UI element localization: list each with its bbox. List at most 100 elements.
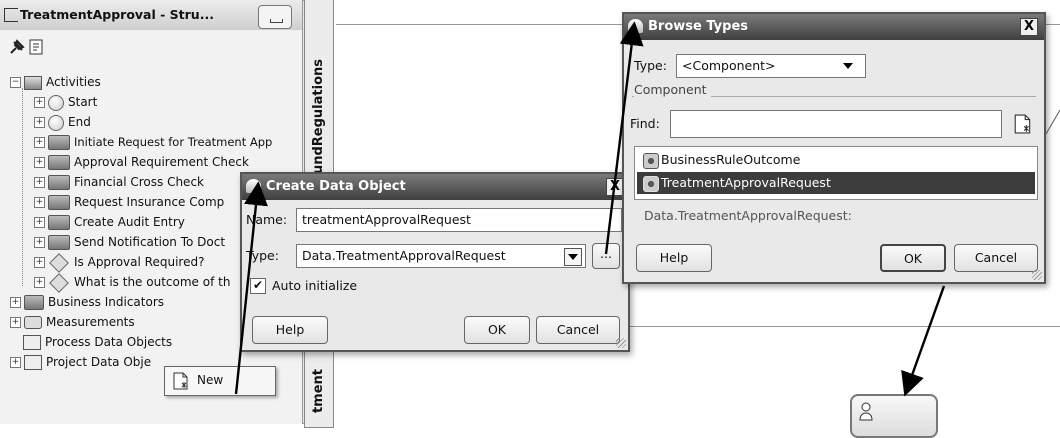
data-object-icon: [24, 355, 42, 370]
minimize-button[interactable]: [258, 5, 292, 29]
tree-item-label: Project Data Obje: [46, 355, 152, 369]
tree-item-activities[interactable]: − Activities: [10, 73, 101, 91]
service-task-icon: [48, 215, 70, 230]
dialog-titlebar: Create Data Object X: [242, 174, 628, 200]
service-task-icon: [48, 235, 70, 250]
type-dropdown-button[interactable]: [564, 248, 582, 266]
expand-icon[interactable]: +: [34, 177, 45, 188]
tree-item-business-indicators[interactable]: + Business Indicators: [10, 293, 164, 311]
tree-item-approval-gateway[interactable]: + Is Approval Required?: [34, 252, 205, 273]
user-task-icon: [859, 402, 873, 421]
new-file-icon: [173, 372, 188, 390]
tree-guide: [22, 88, 23, 286]
tree-item-label: Start: [68, 95, 98, 109]
help-button[interactable]: Help: [636, 244, 712, 272]
expand-icon[interactable]: +: [10, 357, 21, 368]
new-menu-item[interactable]: New: [165, 367, 275, 395]
expand-icon[interactable]: +: [34, 217, 45, 228]
expand-icon[interactable]: +: [34, 197, 45, 208]
new-menu-label: New: [197, 373, 224, 387]
resize-grip-icon[interactable]: [1032, 270, 1042, 280]
tree-item-label: Approval Requirement Check: [74, 155, 249, 169]
tree-item-label: Measurements: [46, 315, 135, 329]
start-event-icon: [48, 94, 64, 111]
structure-titlebar: TreatmentApproval - Stru...: [0, 0, 302, 30]
browse-button[interactable]: ...: [592, 243, 620, 269]
measurements-icon: [24, 316, 42, 329]
structure-title: TreatmentApproval - Stru...: [20, 7, 214, 22]
tree-item-process-data-objects[interactable]: Process Data Objects: [10, 333, 172, 351]
find-label: Find:: [630, 116, 660, 131]
type-combo[interactable]: Data.TreatmentApprovalRequest: [296, 244, 586, 268]
type-label: Type:: [246, 248, 279, 263]
tree-item-label: Is Approval Required?: [74, 255, 205, 269]
pin-icon[interactable]: [8, 38, 26, 56]
new-type-icon[interactable]: [1014, 114, 1032, 134]
create-data-object-dialog: Create Data Object X Name: treatmentAppr…: [240, 172, 630, 352]
auto-initialize-label: Auto initialize: [272, 278, 358, 293]
type-list: BusinessRuleOutcome TreatmentApprovalReq…: [634, 146, 1038, 200]
edit-properties-icon[interactable]: [28, 38, 46, 56]
tree-item-label: Request Insurance Comp: [74, 195, 225, 209]
oracle-cup-icon: [246, 179, 261, 193]
selection-status: Data.TreatmentApprovalRequest:: [644, 208, 852, 223]
tree-item-start[interactable]: + Start: [34, 93, 97, 111]
tree-item-outcome-gateway[interactable]: + What is the outcome of th: [34, 272, 231, 293]
expand-icon[interactable]: +: [34, 257, 45, 268]
expand-icon[interactable]: +: [10, 297, 21, 308]
expand-icon[interactable]: +: [34, 157, 45, 168]
tree-item-insurance[interactable]: + Request Insurance Comp: [34, 193, 224, 211]
close-button[interactable]: X: [1020, 18, 1038, 36]
cancel-button[interactable]: Cancel: [536, 316, 620, 344]
component-icon: [643, 176, 659, 192]
tree-item-financial-check[interactable]: + Financial Cross Check: [34, 173, 204, 191]
list-item[interactable]: BusinessRuleOutcome: [637, 149, 1035, 171]
component-group-label: Component: [634, 82, 711, 97]
tree-item-notification[interactable]: + Send Notification To Doct: [34, 233, 225, 251]
expand-icon[interactable]: +: [10, 317, 21, 328]
tree-item-initiate-request[interactable]: + Initiate Request for Treatment App: [34, 133, 272, 151]
human-task-icon: [48, 135, 70, 150]
resize-grip-icon[interactable]: [616, 338, 626, 348]
lane-label: tment: [311, 369, 326, 414]
expand-icon[interactable]: +: [34, 137, 45, 148]
expand-icon[interactable]: +: [34, 117, 45, 128]
list-item-selected[interactable]: TreatmentApprovalRequest: [637, 172, 1035, 194]
type-value: <Component>: [682, 58, 776, 73]
type-select[interactable]: <Component>: [676, 54, 866, 78]
canvas-connector: [1045, 109, 1060, 135]
tree-item-end[interactable]: + End: [34, 113, 91, 131]
tree-item-audit-entry[interactable]: + Create Audit Entry: [34, 213, 185, 231]
tree-item-label: Initiate Request for Treatment App: [74, 135, 273, 149]
dialog-title: Create Data Object: [266, 179, 406, 194]
tree-item-label: End: [68, 115, 91, 129]
tree-item-project-data-objects[interactable]: + Project Data Obje: [10, 353, 151, 371]
expand-icon[interactable]: +: [34, 237, 45, 248]
tree-item-label: Create Audit Entry: [74, 215, 185, 229]
lane-tab-treatment[interactable]: tment: [304, 348, 334, 428]
cancel-button[interactable]: Cancel: [954, 244, 1038, 272]
ok-button[interactable]: OK: [464, 316, 530, 344]
list-item-label: TreatmentApprovalRequest: [661, 175, 831, 190]
tree-item-approval-check[interactable]: + Approval Requirement Check: [34, 153, 249, 171]
folder-icon: [24, 75, 42, 90]
tree-item-label: Process Data Objects: [45, 335, 173, 349]
auto-initialize-checkbox[interactable]: ✔: [250, 278, 266, 294]
name-field[interactable]: treatmentApprovalRequest: [296, 208, 622, 232]
tree-item-label: Financial Cross Check: [74, 175, 204, 189]
tree-item-label: What is the outcome of th: [74, 275, 231, 289]
tree-item-label: Activities: [46, 75, 101, 89]
name-label: Name:: [246, 212, 288, 227]
expand-icon[interactable]: +: [34, 277, 45, 288]
help-button[interactable]: Help: [252, 316, 328, 344]
tree-item-measurements[interactable]: + Measurements: [10, 313, 135, 331]
context-menu: New: [164, 366, 276, 396]
canvas-activity-node[interactable]: [850, 394, 938, 438]
service-task-icon: [48, 195, 70, 210]
ok-button[interactable]: OK: [880, 244, 946, 272]
chevron-down-icon: [843, 63, 853, 69]
collapse-icon[interactable]: −: [10, 77, 21, 88]
find-input[interactable]: [670, 110, 1002, 138]
data-object-icon: [23, 335, 41, 350]
expand-icon[interactable]: +: [34, 97, 45, 108]
